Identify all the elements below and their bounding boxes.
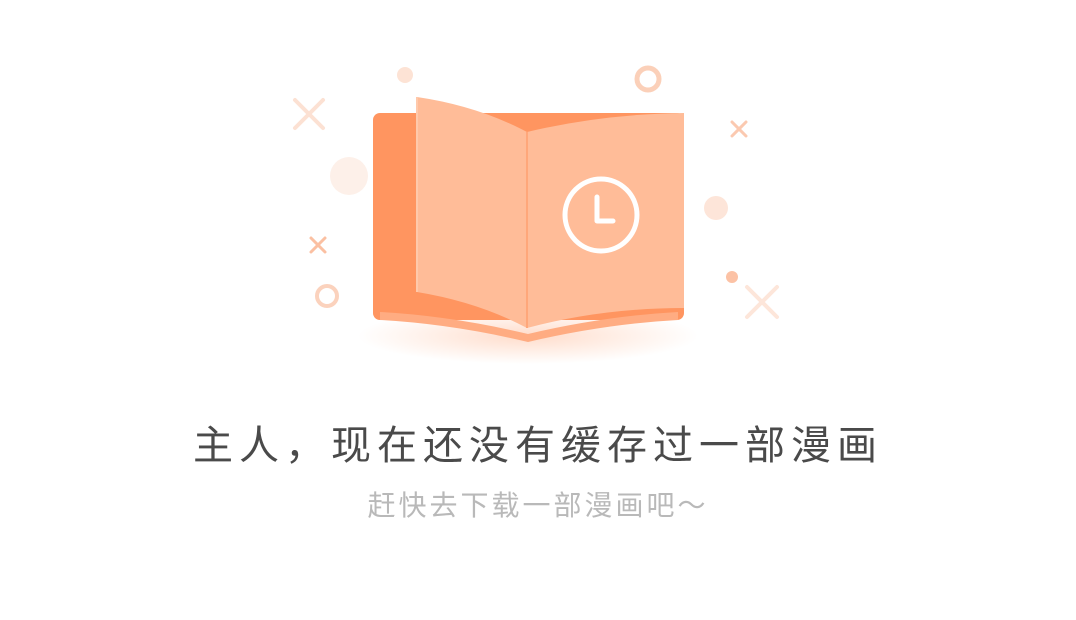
decoration-x-icon	[309, 236, 327, 254]
decoration-dot-icon	[397, 67, 413, 83]
decoration-dot-icon	[704, 196, 728, 220]
empty-state-subtitle: 赶快去下载一部漫画吧～	[367, 489, 709, 522]
empty-cache-illustration	[293, 65, 779, 364]
decoration-ring-icon	[315, 284, 339, 308]
empty-state-title: 主人，现在还没有缓存过一部漫画	[193, 423, 883, 469]
decoration-x-icon	[745, 285, 779, 319]
open-book-icon	[358, 97, 698, 364]
decoration-x-icon	[293, 98, 325, 130]
decoration-ring-icon	[634, 65, 662, 93]
decoration-dot-icon	[726, 271, 738, 283]
decoration-x-icon	[730, 120, 748, 138]
decoration-dot-icon	[330, 157, 368, 195]
